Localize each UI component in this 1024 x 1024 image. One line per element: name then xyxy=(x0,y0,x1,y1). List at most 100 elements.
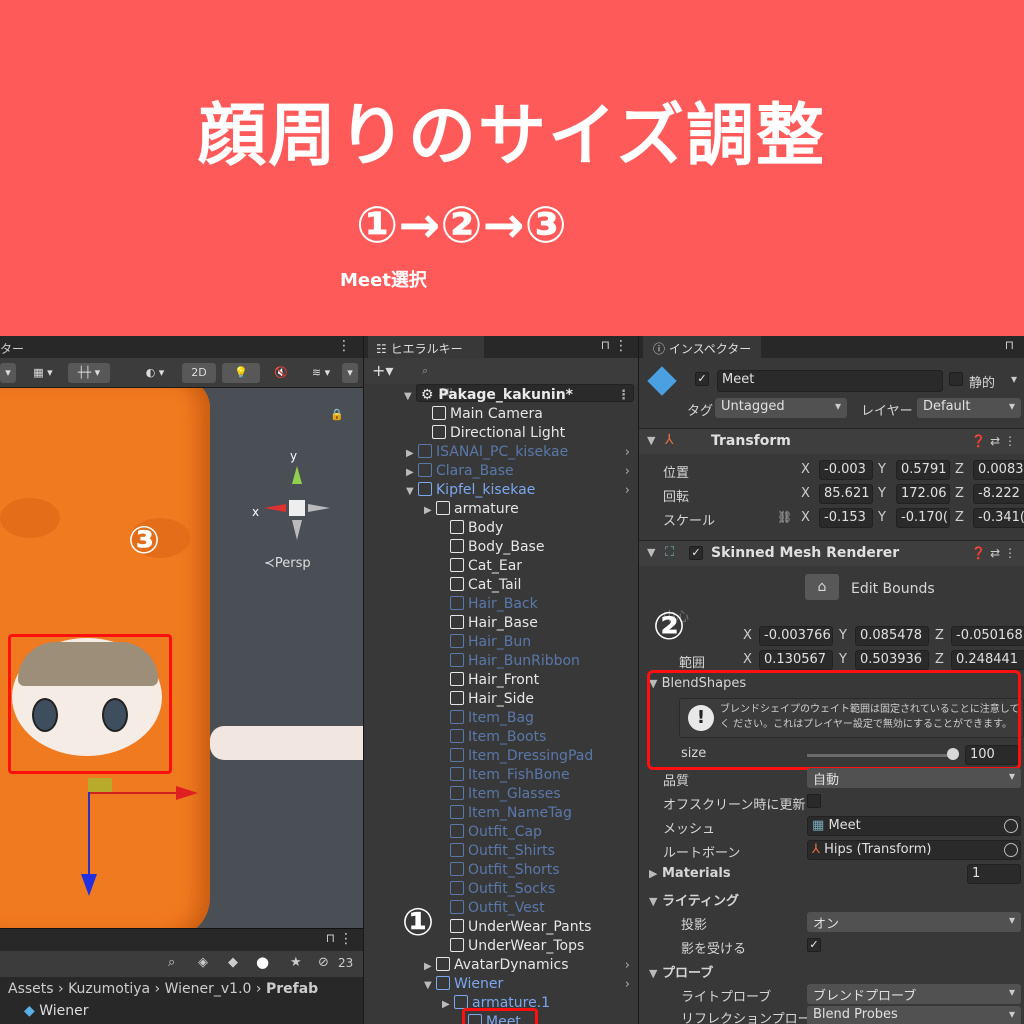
component-menu-icons[interactable]: ❓ ⇄ ⋮ xyxy=(971,434,1016,448)
layer-dropdown[interactable]: Default xyxy=(917,398,1021,418)
expand-arrow-icon[interactable]: ▶ xyxy=(424,501,436,520)
hierarchy-row[interactable]: Hair_Front xyxy=(364,671,638,690)
search-icon[interactable]: ⌕ xyxy=(168,955,175,970)
filter-type-icon[interactable]: ◈ xyxy=(198,955,208,970)
hierarchy-row[interactable]: Cat_Tail xyxy=(364,576,638,595)
smr-enabled-checkbox[interactable]: ✓ xyxy=(689,546,703,560)
open-prefab-icon[interactable]: › xyxy=(625,481,630,500)
static-dropdown-icon[interactable]: ▾ xyxy=(1011,372,1017,386)
quality-dropdown[interactable]: 自動 xyxy=(807,768,1021,788)
hierarchy-row[interactable]: ▶ armature xyxy=(364,500,638,519)
offscreen-checkbox[interactable] xyxy=(807,794,821,808)
tab-hierarchy[interactable]: ☷ ヒエラルキー xyxy=(368,336,484,358)
tab-inspector[interactable]: ⓘ インスペクター xyxy=(643,336,761,358)
gizmo-x-arrow[interactable] xyxy=(176,786,198,800)
lock-icon[interactable]: ⊓ xyxy=(1005,338,1014,352)
hierarchy-row[interactable]: Hair_Bun xyxy=(364,633,638,652)
hierarchy-row[interactable]: Outfit_Shirts xyxy=(364,842,638,861)
gizmo-x-axis[interactable] xyxy=(90,792,180,794)
hierarchy-row[interactable]: Item_NameTag xyxy=(364,804,638,823)
add-icon[interactable]: +▾ xyxy=(372,361,393,380)
hierarchy-row[interactable]: Body xyxy=(364,519,638,538)
effects-icon[interactable]: ≋ ▾ xyxy=(304,363,338,383)
breadcrumb-item[interactable]: Assets xyxy=(8,981,54,997)
lighting-foldout[interactable]: ▼ ライティング xyxy=(649,890,739,909)
lock-icon[interactable]: ⊓ xyxy=(326,931,335,945)
hierarchy-row[interactable]: Item_FishBone xyxy=(364,766,638,785)
expand-arrow-icon[interactable]: ▼ xyxy=(406,482,418,501)
static-checkbox[interactable] xyxy=(949,372,963,386)
breadcrumb-item[interactable]: Wiener_v1.0 xyxy=(165,981,252,997)
expand-arrow-icon[interactable]: ▼ xyxy=(424,976,436,995)
open-prefab-icon[interactable]: › xyxy=(625,443,630,462)
hierarchy-row[interactable]: Item_Bag xyxy=(364,709,638,728)
vector-component-field[interactable]: 0.130567 xyxy=(759,650,833,670)
expand-arrow-icon[interactable]: ▶ xyxy=(406,463,418,482)
lock-icon[interactable]: ⊓ xyxy=(601,338,610,352)
vector-component-field[interactable]: -0.003766 xyxy=(759,626,833,646)
materials-count-field[interactable]: 1 xyxy=(967,864,1021,884)
vector-component-field[interactable]: -0.170( xyxy=(896,508,950,528)
scene-viewport[interactable]: y x ≺Persp 🔒 ③ xyxy=(0,388,363,928)
lighting-icon[interactable]: 💡 xyxy=(222,363,260,383)
component-menu-icons[interactable]: ❓ ⇄ ⋮ xyxy=(971,546,1016,560)
gizmo-z-arrow[interactable] xyxy=(81,874,97,896)
lock-icon[interactable]: 🔒 xyxy=(330,408,344,421)
draw-mode-dropdown[interactable]: ▾ xyxy=(0,363,16,383)
hierarchy-row[interactable]: Hair_Base xyxy=(364,614,638,633)
active-checkbox[interactable]: ✓ xyxy=(695,372,709,386)
tag-dropdown[interactable]: Untagged xyxy=(715,398,847,418)
reflection-probes-dropdown[interactable]: Blend Probes xyxy=(807,1006,1021,1024)
snap-icon[interactable]: ┼┼ ▾ xyxy=(68,363,110,383)
vector-component-field[interactable]: -0.003 xyxy=(819,460,873,480)
object-picker-icon[interactable] xyxy=(1004,819,1018,833)
projection-label[interactable]: ≺Persp xyxy=(264,556,311,571)
light-probes-dropdown[interactable]: ブレンドプローブ xyxy=(807,984,1021,1004)
object-name-field[interactable]: Meet xyxy=(717,370,943,392)
expand-arrow-icon[interactable]: ▶ xyxy=(424,957,436,976)
vector-component-field[interactable]: -0.050168 xyxy=(951,626,1024,646)
hierarchy-row[interactable]: Outfit_Socks xyxy=(364,880,638,899)
more-icon[interactable]: ⋮ xyxy=(337,338,351,354)
more-icon[interactable]: ⋮ xyxy=(617,386,630,405)
collapse-arrow-icon[interactable]: ▼ xyxy=(647,546,655,559)
smr-header[interactable]: ▼ ⛶ ✓ Skinned Mesh Renderer ❓ ⇄ ⋮ xyxy=(639,540,1024,566)
toolbar-more-dropdown[interactable]: ▾ xyxy=(342,363,358,383)
edit-bounds-button[interactable]: ⌂ xyxy=(805,574,839,600)
breadcrumb-item[interactable]: Kuzumotiya xyxy=(68,981,150,997)
collapse-arrow-icon[interactable]: ▼ xyxy=(647,434,655,447)
hierarchy-row[interactable]: Hair_Side xyxy=(364,690,638,709)
constrain-proportions-icon[interactable]: ⛓ xyxy=(777,510,792,524)
expand-arrow-icon[interactable]: ▶ xyxy=(406,444,418,463)
hierarchy-row[interactable]: Item_DressingPad xyxy=(364,747,638,766)
warning-icon[interactable]: ● xyxy=(256,953,269,971)
transform-header[interactable]: ▼ ⅄ Transform ❓ ⇄ ⋮ xyxy=(639,428,1024,454)
vector-component-field[interactable]: 85.621 xyxy=(819,484,873,504)
hierarchy-row[interactable]: Main Camera xyxy=(364,405,638,424)
hidden-count-icon[interactable]: ⊘ xyxy=(318,955,329,970)
receive-shadows-checkbox[interactable]: ✓ xyxy=(807,938,821,952)
vector-component-field[interactable]: -0.341( xyxy=(973,508,1024,528)
rootbone-field[interactable]: ⅄ Hips (Transform) xyxy=(807,840,1021,860)
vector-component-field[interactable]: 172.06 xyxy=(896,484,950,504)
hierarchy-row[interactable]: Item_Glasses xyxy=(364,785,638,804)
object-picker-icon[interactable] xyxy=(1004,843,1018,857)
vector-component-field[interactable]: -0.153 xyxy=(819,508,873,528)
hierarchy-row[interactable]: ▼ Wiener › xyxy=(364,975,638,994)
orientation-gizmo[interactable]: y x xyxy=(250,448,340,548)
more-icon[interactable]: ⋮ xyxy=(614,338,628,354)
vector-component-field[interactable]: 0.0083 xyxy=(973,460,1024,480)
hierarchy-row[interactable]: Hair_BunRibbon xyxy=(364,652,638,671)
label-icon[interactable]: ◆ xyxy=(228,955,238,970)
hierarchy-row[interactable]: ▶ Clara_Base › xyxy=(364,462,638,481)
open-prefab-icon[interactable]: › xyxy=(625,462,630,481)
hierarchy-row[interactable]: Hair_Back xyxy=(364,595,638,614)
vector-component-field[interactable]: 0.503936 xyxy=(855,650,929,670)
open-prefab-icon[interactable]: › xyxy=(625,956,630,975)
mesh-field[interactable]: ▦ Meet xyxy=(807,816,1021,836)
shading-icon[interactable]: ◐ ▾ xyxy=(134,363,176,383)
vector-component-field[interactable]: -8.222 xyxy=(973,484,1024,504)
hierarchy-row[interactable]: ▶ AvatarDynamics › xyxy=(364,956,638,975)
expand-arrow-icon[interactable]: ▼ xyxy=(404,387,416,406)
grid-icon[interactable]: ▦ ▾ xyxy=(22,363,64,383)
